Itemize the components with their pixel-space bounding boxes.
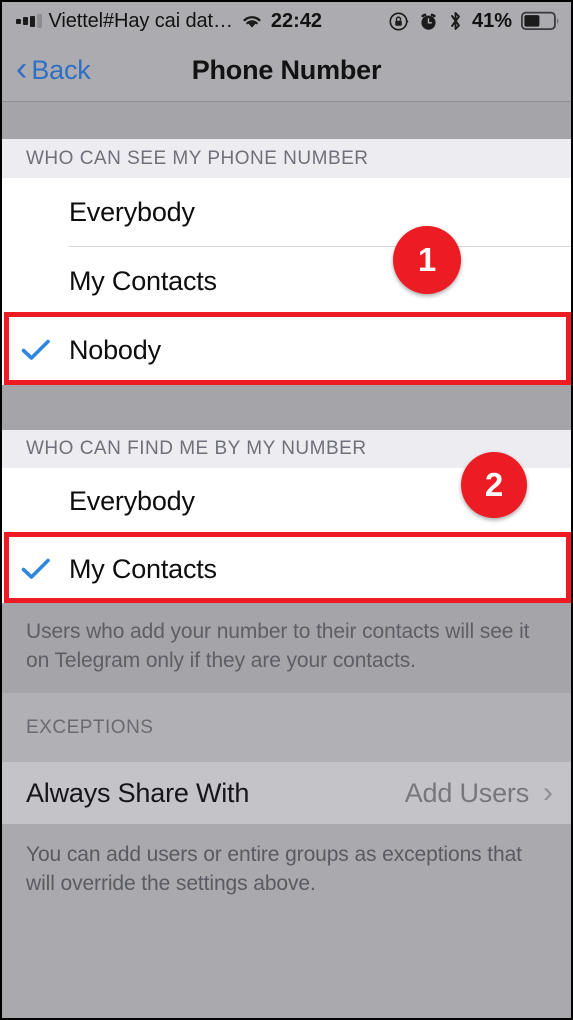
option-label: My Contacts bbox=[69, 553, 217, 584]
chevron-left-icon: ‹ bbox=[16, 50, 28, 88]
option-row-nobody-see[interactable]: Nobody bbox=[2, 315, 571, 385]
rotation-lock-icon bbox=[388, 11, 409, 32]
footnote-who-can-find: Users who add your number to their conta… bbox=[26, 620, 530, 672]
option-label: Nobody bbox=[69, 334, 161, 365]
phone-screen: Viettel#Hay cai dat… 22:42 41% ‹ Back Ph… bbox=[0, 0, 573, 1020]
option-row-everybody-see[interactable]: Everybody bbox=[2, 178, 571, 247]
section-header-who-can-see: WHO CAN SEE MY PHONE NUMBER bbox=[2, 139, 571, 178]
footnote-background-exceptions: You can add users or entire groups as ex… bbox=[2, 824, 571, 1018]
bluetooth-icon bbox=[448, 10, 463, 32]
section-header-exceptions: EXCEPTIONS bbox=[2, 693, 571, 762]
option-row-my-contacts-see[interactable]: My Contacts bbox=[2, 247, 571, 315]
section-gap-middle bbox=[2, 385, 571, 430]
always-share-with-value: Add Users bbox=[404, 777, 529, 808]
annotation-badge-1: 1 bbox=[393, 226, 461, 294]
signal-bars-icon bbox=[16, 14, 42, 29]
always-share-with-label: Always Share With bbox=[26, 777, 250, 808]
annotation-badge-2: 2 bbox=[461, 452, 527, 518]
status-bar: Viettel#Hay cai dat… 22:42 41% bbox=[2, 2, 571, 40]
battery-percent-label: 41% bbox=[471, 9, 512, 32]
option-label: Everybody bbox=[69, 486, 195, 516]
section-gap-top bbox=[2, 102, 571, 139]
navigation-bar: ‹ Back Phone Number bbox=[2, 40, 571, 102]
wifi-icon bbox=[240, 12, 264, 30]
carrier-label: Viettel#Hay cai dat… bbox=[48, 9, 234, 32]
chevron-right-icon: › bbox=[543, 776, 553, 809]
battery-icon bbox=[521, 11, 561, 31]
always-share-with-row[interactable]: Always Share With Add Users › bbox=[2, 762, 571, 824]
footnote-exceptions: You can add users or entire groups as ex… bbox=[26, 843, 522, 895]
status-bar-clock: 22:42 bbox=[270, 9, 323, 32]
back-button[interactable]: ‹ Back bbox=[16, 50, 91, 88]
option-label: Everybody bbox=[69, 197, 195, 227]
status-bar-left: Viettel#Hay cai dat… 22:42 bbox=[16, 10, 322, 33]
option-label: My Contacts bbox=[69, 265, 217, 296]
checkmark-icon bbox=[2, 338, 69, 362]
alarm-clock-icon bbox=[418, 11, 439, 32]
footnote-background-find: Users who add your number to their conta… bbox=[2, 603, 571, 693]
checkmark-icon bbox=[2, 557, 69, 581]
back-button-label: Back bbox=[31, 55, 91, 85]
status-bar-right: 41% bbox=[388, 10, 561, 33]
option-row-my-contacts-find[interactable]: My Contacts bbox=[2, 535, 571, 603]
